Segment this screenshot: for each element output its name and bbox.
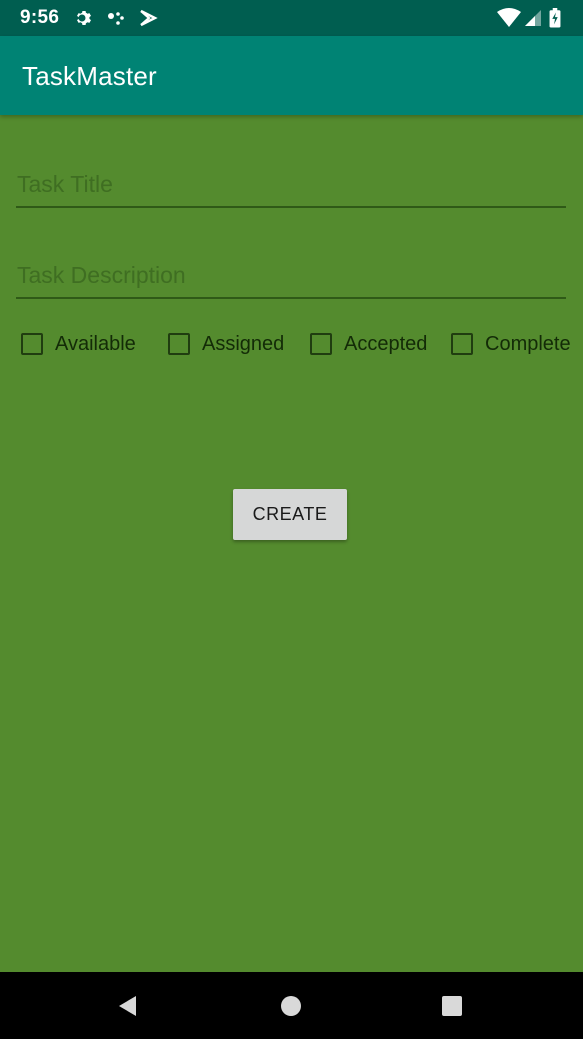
navigation-bar <box>0 972 583 1039</box>
wifi-icon <box>497 8 521 27</box>
signal-icon <box>525 10 541 26</box>
checkbox-available[interactable]: Available <box>21 330 136 358</box>
home-icon[interactable] <box>279 994 303 1018</box>
checkbox-assigned[interactable]: Assigned <box>168 330 284 358</box>
play-store-icon <box>140 9 158 27</box>
screen: 9:56 TaskMaster Task Title Task Descript… <box>0 0 583 1039</box>
task-description-input[interactable] <box>16 255 567 295</box>
settings-icon <box>77 11 91 25</box>
task-title-input[interactable] <box>16 164 567 204</box>
task-title-field-container <box>16 164 567 208</box>
checkbox-complete-box[interactable] <box>451 333 473 355</box>
checkbox-complete-label: Complete <box>485 332 571 355</box>
back-icon[interactable] <box>116 994 140 1018</box>
checkbox-assigned-label: Assigned <box>202 332 285 355</box>
app-bar: TaskMaster <box>0 36 583 115</box>
battery-icon <box>549 8 561 28</box>
create-button[interactable]: CREATE <box>233 489 347 540</box>
checkbox-assigned-box[interactable] <box>168 333 190 355</box>
task-description-field-container <box>16 255 567 299</box>
checkbox-complete[interactable]: Complete <box>451 330 571 358</box>
status-time: 9:56 <box>20 7 60 28</box>
dots-icon <box>108 12 124 25</box>
status-bar: 9:56 <box>0 0 583 36</box>
recents-icon[interactable] <box>440 994 464 1018</box>
app-title: TaskMaster <box>22 61 157 91</box>
checkbox-accepted-label: Accepted <box>344 332 428 355</box>
checkbox-accepted[interactable]: Accepted <box>310 330 427 358</box>
checkbox-available-label: Available <box>55 332 136 355</box>
checkbox-accepted-box[interactable] <box>310 333 332 355</box>
checkbox-available-box[interactable] <box>21 333 43 355</box>
